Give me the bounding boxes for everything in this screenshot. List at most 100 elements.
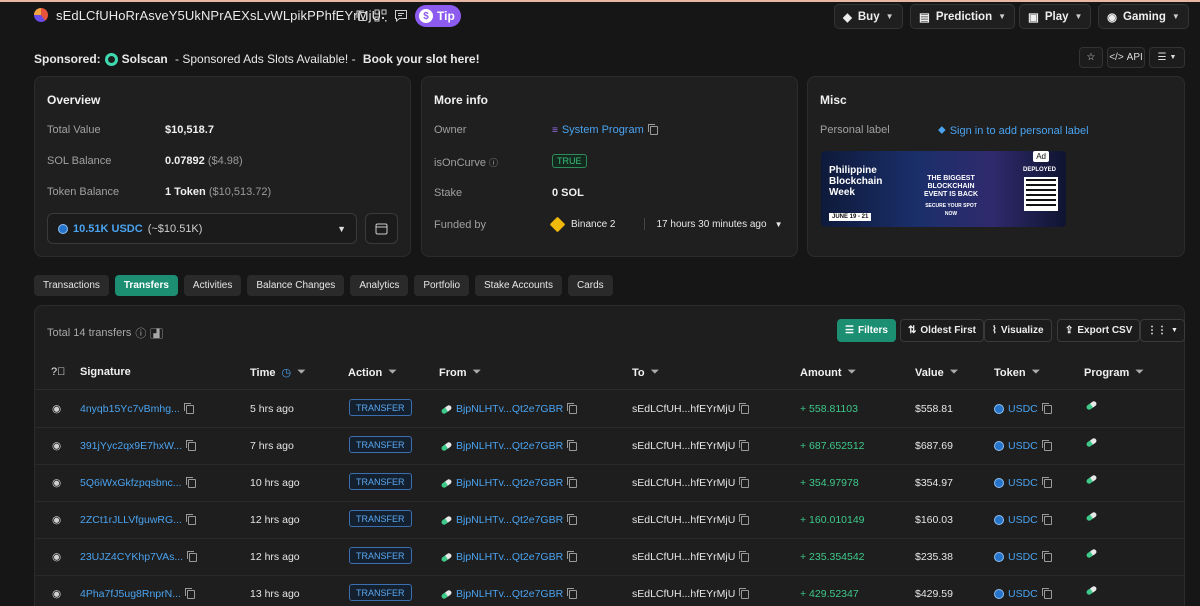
from-cell[interactable]: BjpNLHTv...Qt2e7GBR	[440, 476, 578, 489]
filter-icon[interactable]: ⏷	[473, 366, 482, 379]
copy-icon[interactable]	[185, 513, 196, 525]
program-cell[interactable]	[1085, 585, 1098, 596]
from-link[interactable]: BjpNLHTv...Qt2e7GBR	[456, 440, 563, 452]
signature-cell[interactable]: 23UJZ4CYKhp7VAs...	[80, 550, 198, 563]
funded-by-info[interactable]: Binance 2 17 hours 30 minutes ago ▼	[549, 213, 782, 235]
token-cell[interactable]: USDC	[994, 402, 1052, 415]
copy-icon[interactable]	[739, 402, 750, 414]
filter-icon[interactable]: ⏷	[1032, 366, 1041, 379]
signature-link[interactable]: 4nyqb15Yc7vBmhg...	[80, 403, 180, 415]
eye-icon[interactable]: ◉	[52, 477, 61, 489]
eye-icon[interactable]: ◉	[52, 440, 61, 452]
favorite-star-button[interactable]: ☆	[1079, 47, 1103, 68]
token-link[interactable]: USDC	[1008, 588, 1038, 600]
eye-icon[interactable]: ◉	[52, 551, 61, 563]
nav-buy-button[interactable]: ◆ Buy ▼	[834, 4, 903, 29]
filter-icon[interactable]: ⏷	[651, 366, 660, 379]
copy-icon[interactable]	[184, 587, 195, 599]
info-icon[interactable]: ⓘ	[489, 158, 498, 168]
chart-icon[interactable]: ▟	[150, 327, 163, 339]
program-cell[interactable]	[1085, 548, 1098, 559]
nav-prediction-button[interactable]: ▤ Prediction ▼	[910, 4, 1016, 29]
from-cell[interactable]: BjpNLHTv...Qt2e7GBR	[440, 439, 578, 452]
sponsored-brand[interactable]: Solscan	[122, 52, 168, 66]
owner-link[interactable]: ≡ System Program	[552, 123, 658, 136]
token-cell[interactable]: USDC	[994, 587, 1052, 600]
export-csv-button[interactable]: ⇪ Export CSV	[1057, 319, 1141, 342]
tab-cards[interactable]: Cards	[567, 275, 613, 296]
token-link[interactable]: USDC	[1008, 477, 1038, 489]
from-cell[interactable]: BjpNLHTv...Qt2e7GBR	[440, 402, 578, 415]
signature-link[interactable]: 4Pha7fJ5ug8RnprN...	[80, 588, 181, 600]
tab-transactions[interactable]: Transactions	[34, 275, 109, 296]
signature-cell[interactable]: 5Q6iWxGkfzpqsbnc...	[80, 476, 196, 489]
book-slot-link[interactable]: Book your slot here!	[363, 52, 480, 66]
copy-icon[interactable]	[1041, 550, 1052, 562]
copy-icon[interactable]	[185, 476, 196, 488]
eye-icon[interactable]: ◉	[52, 514, 61, 526]
copy-icon[interactable]	[567, 439, 578, 451]
copy-icon[interactable]	[187, 550, 198, 562]
token-select-dropdown[interactable]: 10.51K USDC (~$10.51K) ▼	[47, 213, 357, 244]
column-help[interactable]: ?⃝	[51, 366, 65, 378]
oldest-first-button[interactable]: ⇅ Oldest First	[900, 319, 984, 342]
nav-gaming-button[interactable]: ◉ Gaming ▼	[1098, 4, 1189, 29]
copy-icon[interactable]	[739, 587, 750, 599]
program-cell[interactable]	[1085, 474, 1098, 485]
from-link[interactable]: BjpNLHTv...Qt2e7GBR	[456, 514, 563, 526]
copy-address-icon[interactable]	[352, 6, 370, 24]
copy-icon[interactable]	[739, 476, 750, 488]
copy-icon[interactable]	[567, 476, 578, 488]
copy-icon[interactable]	[1041, 513, 1052, 525]
from-link[interactable]: BjpNLHTv...Qt2e7GBR	[456, 403, 563, 415]
copy-icon[interactable]	[567, 513, 578, 525]
signature-link[interactable]: 391jYyc2qx9E7hxW...	[80, 440, 182, 452]
token-list-button[interactable]	[365, 213, 398, 244]
copy-icon[interactable]	[647, 123, 658, 135]
copy-icon[interactable]	[739, 439, 750, 451]
token-link[interactable]: USDC	[1008, 514, 1038, 526]
filter-icon[interactable]: ⏷	[1135, 366, 1144, 379]
filters-button[interactable]: ☰ Filters	[837, 319, 896, 342]
from-cell[interactable]: BjpNLHTv...Qt2e7GBR	[440, 550, 578, 563]
copy-icon[interactable]	[567, 402, 578, 414]
eye-icon[interactable]: ◉	[52, 403, 61, 415]
copy-icon[interactable]	[739, 513, 750, 525]
copy-icon[interactable]	[567, 587, 578, 599]
list-menu-button[interactable]: ☰ ▼	[1149, 47, 1185, 68]
copy-icon[interactable]	[567, 550, 578, 562]
filter-icon[interactable]: ⏷	[388, 366, 397, 379]
tab-portfolio[interactable]: Portfolio	[414, 275, 470, 296]
signature-cell[interactable]: 4nyqb15Yc7vBmhg...	[80, 402, 194, 415]
api-button[interactable]: </> API	[1107, 47, 1145, 68]
from-link[interactable]: BjpNLHTv...Qt2e7GBR	[456, 551, 563, 563]
tab-transfers[interactable]: Transfers	[114, 275, 178, 296]
qr-code-icon[interactable]	[371, 6, 389, 24]
tab-activities[interactable]: Activities	[183, 275, 242, 296]
info-icon[interactable]: ⓘ	[135, 325, 146, 341]
copy-icon[interactable]	[186, 439, 197, 451]
nav-play-button[interactable]: ▣ Play ▼	[1019, 4, 1092, 29]
signature-cell[interactable]: 391jYyc2qx9E7hxW...	[80, 439, 197, 452]
from-link[interactable]: BjpNLHTv...Qt2e7GBR	[456, 588, 563, 600]
copy-icon[interactable]	[739, 550, 750, 562]
copy-icon[interactable]	[1041, 402, 1052, 414]
copy-icon[interactable]	[1041, 439, 1052, 451]
copy-icon[interactable]	[183, 402, 194, 414]
more-options-button[interactable]: ⋮⋮ ▼	[1140, 319, 1185, 342]
token-cell[interactable]: USDC	[994, 439, 1052, 452]
from-cell[interactable]: BjpNLHTv...Qt2e7GBR	[440, 513, 578, 526]
signature-link[interactable]: 2ZCt1rJLLVfguwRG...	[80, 514, 182, 526]
token-link[interactable]: USDC	[1008, 403, 1038, 415]
signature-cell[interactable]: 2ZCt1rJLLVfguwRG...	[80, 513, 196, 526]
from-link[interactable]: BjpNLHTv...Qt2e7GBR	[456, 477, 563, 489]
clock-icon[interactable]: ◷	[281, 366, 291, 379]
filter-icon[interactable]: ⏷	[297, 366, 306, 379]
program-cell[interactable]	[1085, 437, 1098, 448]
signature-cell[interactable]: 4Pha7fJ5ug8RnprN...	[80, 587, 195, 600]
tab-stake-accounts[interactable]: Stake Accounts	[475, 275, 562, 296]
signature-link[interactable]: 5Q6iWxGkfzpqsbnc...	[80, 477, 182, 489]
token-link[interactable]: USDC	[1008, 440, 1038, 452]
filter-icon[interactable]: ⏷	[848, 366, 857, 379]
tab-analytics[interactable]: Analytics	[350, 275, 409, 296]
